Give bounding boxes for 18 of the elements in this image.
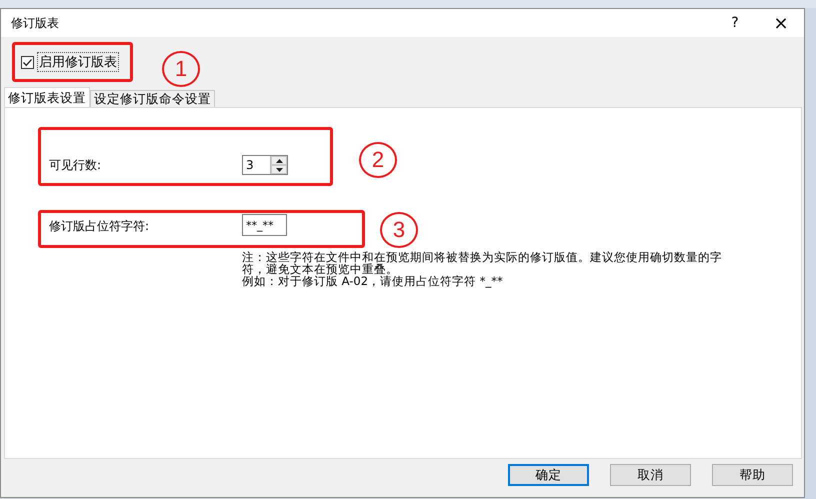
note-text: 例如：对于修订版 A-02，请使用占位符字符 *_**: [242, 275, 504, 287]
dialog-button[interactable]: 取消: [610, 464, 691, 486]
dialog-button[interactable]: 确定: [508, 464, 589, 486]
dialog-button[interactable]: 帮助: [712, 464, 793, 486]
window-title: 修订版表: [11, 14, 60, 32]
number-circle: 3: [380, 212, 418, 248]
number-circle: 2: [359, 142, 397, 178]
field-label: 修订版占位符字符:: [49, 218, 150, 235]
field-label: 可见行数:: [49, 156, 102, 174]
note-text: 注：这些字符在文件中和在预览期间将被替换为实际的修订版值。建议您使用确切数量的字符，避免文本在预览中重叠。: [242, 251, 723, 275]
tab[interactable]: 设定修订版命令设置: [90, 90, 215, 107]
tab[interactable]: 修订版表设置: [4, 87, 90, 107]
checkbox[interactable]: [21, 56, 34, 68]
help-button[interactable]: ?: [712, 9, 758, 37]
close-button[interactable]: ×: [758, 9, 804, 37]
number-circle: 1: [162, 51, 200, 87]
input-field[interactable]: **_**: [242, 214, 287, 236]
number-spinner[interactable]: 3: [242, 155, 288, 175]
